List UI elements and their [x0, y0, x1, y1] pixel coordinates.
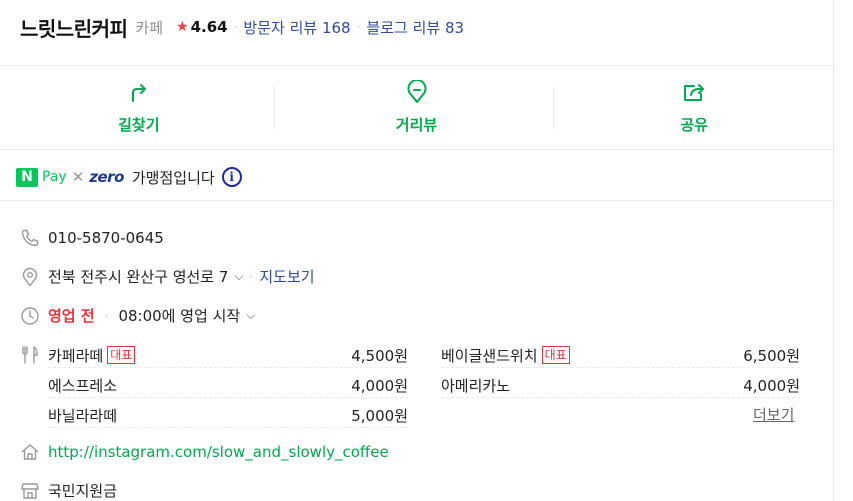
- share-button[interactable]: 공유: [555, 66, 833, 149]
- street-view-label: 거리뷰: [395, 116, 438, 134]
- street-view-icon: [405, 79, 429, 108]
- divider: [0, 200, 833, 201]
- action-bar: 길찾기 거리뷰 공유: [0, 66, 833, 149]
- phone-icon: [20, 228, 40, 248]
- home-icon: [20, 442, 40, 462]
- chevron-down-icon[interactable]: ⌵: [234, 269, 243, 284]
- menu-item-name: 베이글샌드위치: [441, 346, 538, 365]
- menu-item[interactable]: 바닐라라떼 5,000원: [48, 403, 408, 428]
- star-icon: ★: [176, 19, 189, 35]
- directions-icon: [127, 80, 151, 108]
- menu-item-name: 바닐라라떼: [48, 406, 118, 425]
- place-category: 카페: [135, 18, 164, 37]
- street-view-button[interactable]: 거리뷰: [278, 66, 556, 149]
- clock-icon: [20, 306, 40, 326]
- store-icon: [20, 481, 40, 501]
- menu-item[interactable]: 아메리카노 4,000원: [441, 373, 800, 398]
- menu-item-price: 6,500원: [743, 346, 800, 365]
- website-row: http://instagram.com/slow_and_slowly_cof…: [20, 442, 389, 462]
- menu-item-price: 4,500원: [351, 346, 408, 365]
- separator-dot: ·: [356, 20, 361, 34]
- phone-number[interactable]: 010-5870-0645: [48, 229, 164, 247]
- menu-item[interactable]: 카페라떼 대표 4,500원: [48, 343, 408, 368]
- facility-row: 국민지원금: [20, 480, 117, 501]
- place-name: 느릿느린커피: [20, 16, 128, 41]
- address-text[interactable]: 전북 전주시 완산구 영선로 7: [48, 266, 228, 287]
- directions-button[interactable]: 길찾기: [0, 66, 278, 149]
- separator-dot: ·: [233, 20, 238, 34]
- chevron-down-icon[interactable]: ⌵: [246, 308, 255, 323]
- separator-dot: ·: [249, 269, 254, 284]
- place-header: 느릿느린커피 카페 ★ 4.64 · 방문자 리뷰 168 · 블로그 리뷰 8…: [20, 12, 464, 42]
- business-hours[interactable]: 08:00에 영업 시작: [118, 305, 240, 326]
- menu-item-name: 에스프레소: [48, 376, 118, 395]
- map-view-link[interactable]: 지도보기: [259, 266, 314, 287]
- npay-word: Pay: [42, 169, 67, 185]
- menu-item-price: 4,000원: [743, 376, 800, 395]
- directions-label: 길찾기: [118, 116, 160, 134]
- npay-merchant-text: 가맹점입니다: [131, 168, 215, 187]
- zeropay-logo: zero: [89, 168, 124, 186]
- phone-row: 010-5870-0645: [20, 228, 164, 248]
- menu-item-name: 아메리카노: [441, 376, 511, 395]
- menu-item[interactable]: 베이글샌드위치 대표 6,500원: [441, 343, 800, 368]
- visitor-review-link[interactable]: 방문자 리뷰 168: [243, 17, 350, 38]
- menu-more-link[interactable]: 더보기: [753, 404, 794, 425]
- location-pin-icon: [20, 267, 40, 287]
- info-icon[interactable]: i: [221, 167, 242, 187]
- menu-item-price: 5,000원: [351, 406, 408, 425]
- menu-item-price: 4,000원: [351, 376, 408, 395]
- separator-dot: ·: [104, 308, 109, 323]
- signature-badge: 대표: [541, 346, 570, 364]
- action-separator: [553, 86, 554, 129]
- share-icon: [682, 80, 706, 108]
- times-icon: ✕: [71, 168, 85, 186]
- action-separator: [274, 86, 275, 129]
- fork-knife-icon: [20, 345, 40, 365]
- menu-item-name: 카페라떼: [48, 346, 104, 365]
- facility-text: 국민지원금: [48, 482, 118, 500]
- divider: [0, 149, 833, 150]
- npay-logo: N: [16, 167, 38, 187]
- address-row: 전북 전주시 완산구 영선로 7 ⌵ · 지도보기: [20, 266, 315, 287]
- share-label: 공유: [680, 116, 708, 134]
- hours-row: 영업 전 · 08:00에 영업 시작 ⌵: [20, 305, 255, 326]
- blog-review-link[interactable]: 블로그 리뷰 83: [366, 17, 464, 38]
- npay-row: N Pay ✕ zero 가맹점입니다 i: [16, 165, 242, 189]
- signature-badge: 대표: [107, 346, 136, 364]
- website-link[interactable]: http://instagram.com/slow_and_slowly_cof…: [48, 443, 389, 461]
- place-panel: 느릿느린커피 카페 ★ 4.64 · 방문자 리뷰 168 · 블로그 리뷰 8…: [0, 0, 834, 501]
- rating-value: 4.64: [190, 18, 228, 36]
- business-status: 영업 전: [48, 307, 95, 325]
- menu-item[interactable]: 에스프레소 4,000원: [48, 373, 408, 398]
